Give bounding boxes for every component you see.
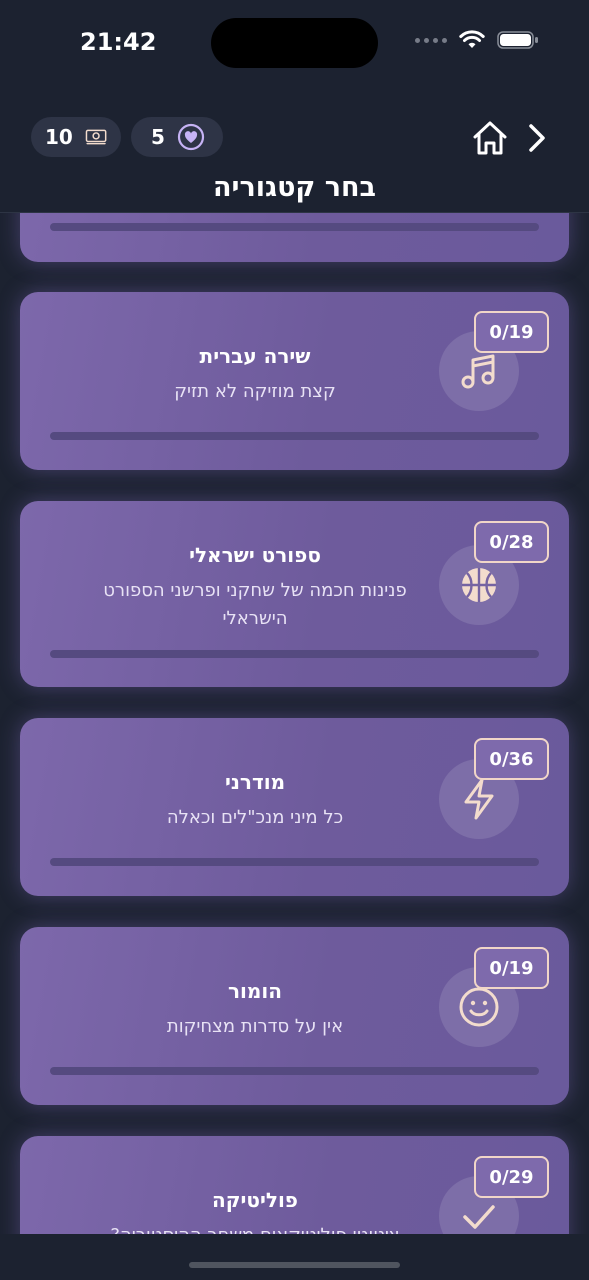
category-card[interactable]: הומור אין על סדרות מצחיקות 0/19	[20, 927, 569, 1105]
card-description: אין על סדרות מצחיקות	[166, 1016, 344, 1037]
category-list[interactable]: שירה עברית קצת מוזיקה לא תזיק 0/19 ספורט…	[0, 213, 589, 1234]
progress-badge: 0/36	[474, 738, 549, 780]
battery-icon	[497, 31, 538, 49]
card-text: הומור אין על סדרות מצחיקות	[80, 979, 430, 1041]
progress-bar	[50, 1067, 539, 1075]
checkmark-icon	[463, 1205, 495, 1229]
basketball-icon	[462, 568, 496, 602]
progress-bar	[50, 223, 539, 231]
money-counter: 10	[31, 117, 121, 157]
category-card[interactable]: ספורט ישראלי פנינות חכמה של שחקני ופרשני…	[20, 501, 569, 687]
smiley-icon	[459, 987, 499, 1027]
home-button[interactable]	[470, 118, 510, 158]
progress-badge: 0/28	[474, 521, 549, 563]
card-description: ציטוטי פוליטיקאים משחר ההיסטוריה?	[80, 1222, 430, 1234]
card-description: כל מיני מנכ"לים וכאלה	[166, 807, 344, 828]
page-title: בחר קטגוריה	[213, 172, 376, 203]
lives-counter: 5	[131, 117, 223, 157]
card-text: שירה עברית קצת מוזיקה לא תזיק	[80, 344, 430, 406]
bottom-bar	[0, 1234, 589, 1280]
card-title: הומור	[228, 979, 282, 1003]
progress-bar	[50, 858, 539, 866]
card-title: פוליטיקה	[212, 1188, 298, 1212]
heart-icon	[177, 123, 205, 151]
music-note-icon	[461, 354, 495, 389]
category-card[interactable]: שירה עברית קצת מוזיקה לא תזיק 0/19	[20, 292, 569, 470]
progress-bar	[50, 650, 539, 658]
status-time: 21:42	[80, 28, 157, 56]
progress-bar	[50, 432, 539, 440]
lightning-icon	[464, 778, 494, 820]
cash-icon	[85, 129, 107, 145]
category-card-partial[interactable]	[20, 213, 569, 262]
card-title: שירה עברית	[199, 344, 311, 368]
card-description: פנינות חכמה של שחקני ופרשני הספורט הישרא…	[103, 580, 407, 629]
status-indicators	[415, 30, 539, 50]
progress-badge: 0/29	[474, 1156, 549, 1198]
progress-badge: 0/19	[474, 311, 549, 353]
card-title: מודרני	[224, 770, 286, 794]
category-card[interactable]: מודרני כל מיני מנכ"לים וכאלה 0/36	[20, 718, 569, 896]
home-indicator[interactable]	[189, 1262, 400, 1268]
card-text: מודרני כל מיני מנכ"לים וכאלה	[80, 770, 430, 832]
wifi-icon	[459, 30, 485, 48]
card-text: פוליטיקה ציטוטי פוליטיקאים משחר ההיסטורי…	[80, 1188, 430, 1234]
cellular-signal-icon	[415, 37, 447, 43]
card-text: ספורט ישראלי פנינות חכמה של שחקני ופרשני…	[80, 543, 430, 633]
app-header: 10 5 בחר קטגוריה	[0, 100, 589, 213]
card-title: ספורט ישראלי	[189, 543, 321, 567]
status-bar: 21:42	[0, 0, 589, 90]
card-description: קצת מוזיקה לא תזיק	[174, 381, 336, 402]
dynamic-island	[211, 18, 378, 68]
progress-badge: 0/19	[474, 947, 549, 989]
money-count: 10	[45, 125, 73, 149]
lives-count: 5	[151, 125, 165, 149]
category-card[interactable]: פוליטיקה ציטוטי פוליטיקאים משחר ההיסטורי…	[20, 1136, 569, 1234]
forward-chevron-icon[interactable]	[525, 122, 549, 154]
